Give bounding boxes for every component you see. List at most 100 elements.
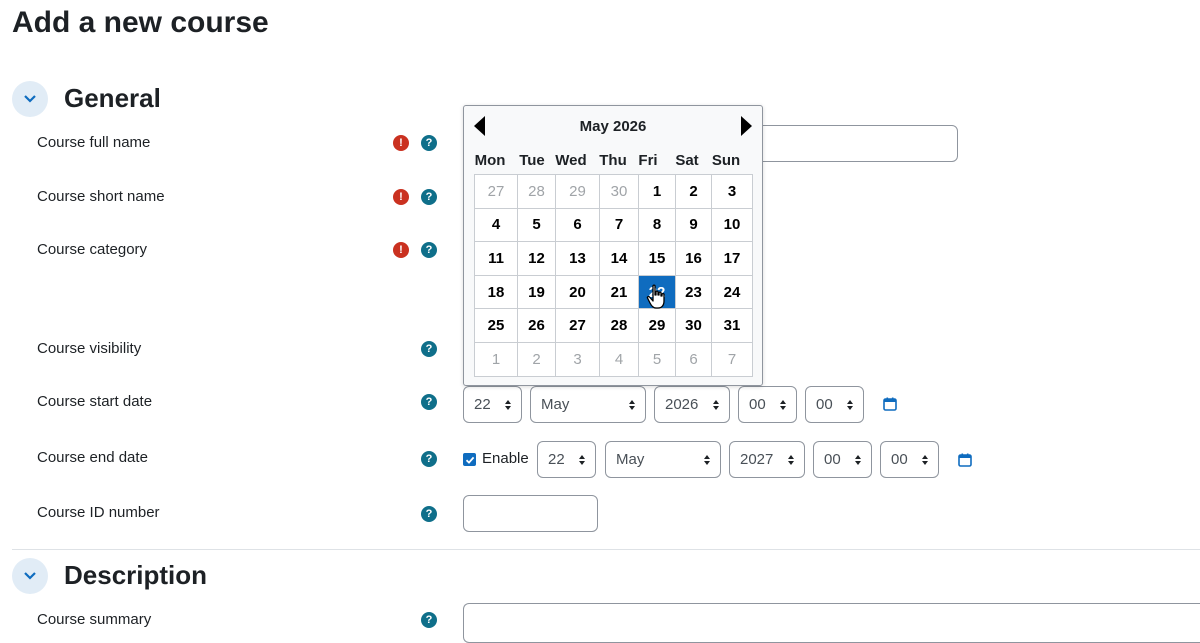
calendar-day[interactable]: 3 bbox=[712, 175, 753, 209]
chevron-down-icon bbox=[24, 572, 36, 580]
help-icon[interactable]: ? bbox=[421, 242, 437, 258]
required-icon: ! bbox=[393, 135, 409, 151]
help-icon[interactable]: ? bbox=[421, 612, 437, 628]
calendar-day[interactable]: 28 bbox=[600, 309, 639, 343]
calendar-day[interactable]: 12 bbox=[518, 242, 556, 276]
calendar-day[interactable]: 10 bbox=[712, 208, 753, 243]
calendar-day[interactable]: 30 bbox=[600, 175, 639, 209]
calendar-day[interactable]: 2 bbox=[676, 175, 712, 209]
section-title-description: Description bbox=[64, 560, 208, 590]
calendar-day[interactable]: 17 bbox=[712, 242, 753, 276]
calendar-day-selected[interactable]: 22 bbox=[639, 275, 676, 310]
calendar-day[interactable]: 23 bbox=[676, 275, 712, 310]
calendar-month-label: May 2026 bbox=[579, 118, 647, 135]
calendar-day[interactable]: 9 bbox=[676, 208, 712, 243]
calendar-day[interactable]: 27 bbox=[475, 175, 518, 209]
weekday-header: Mon bbox=[474, 152, 506, 169]
enddate-year-select[interactable]: 2027 bbox=[729, 441, 805, 478]
calendar-day[interactable]: 31 bbox=[712, 309, 753, 343]
calendar-day[interactable]: 6 bbox=[676, 342, 712, 377]
select-caret-icon bbox=[855, 455, 861, 465]
calendar-day[interactable]: 21 bbox=[600, 275, 639, 310]
calendar-icon[interactable] bbox=[958, 453, 972, 467]
select-caret-icon bbox=[788, 455, 794, 465]
calendar-day[interactable]: 1 bbox=[475, 342, 518, 377]
calendar-day[interactable]: 6 bbox=[556, 208, 600, 243]
weekday-header: Tue bbox=[519, 152, 545, 169]
calendar-day[interactable]: 8 bbox=[639, 208, 676, 243]
calendar-day[interactable]: 7 bbox=[712, 342, 753, 377]
select-caret-icon bbox=[922, 455, 928, 465]
startdate-hour-select[interactable]: 00 bbox=[738, 386, 797, 423]
select-value: 22 bbox=[548, 451, 565, 468]
calendar-day[interactable]: 1 bbox=[639, 175, 676, 209]
required-icon: ! bbox=[393, 242, 409, 258]
calendar-day[interactable]: 16 bbox=[676, 242, 712, 276]
next-month-arrow-icon[interactable] bbox=[741, 116, 752, 136]
summary-editor[interactable] bbox=[463, 603, 1200, 643]
fullname-label: Course full name bbox=[37, 134, 151, 151]
calendar-day[interactable]: 3 bbox=[556, 342, 600, 377]
summary-label: Course summary bbox=[37, 611, 152, 628]
startdate-month-select[interactable]: May bbox=[530, 386, 646, 423]
calendar-day[interactable]: 29 bbox=[556, 175, 600, 209]
calendar-icon[interactable] bbox=[883, 397, 897, 411]
select-value: 00 bbox=[749, 396, 766, 413]
calendar-day[interactable]: 24 bbox=[712, 275, 753, 310]
calendar-day[interactable]: 25 bbox=[475, 309, 518, 343]
startdate-minute-select[interactable]: 00 bbox=[805, 386, 864, 423]
idnumber-input[interactable] bbox=[463, 495, 598, 532]
calendar-day[interactable]: 26 bbox=[518, 309, 556, 343]
enddate-hour-select[interactable]: 00 bbox=[813, 441, 872, 478]
startdate-day-select[interactable]: 22 bbox=[463, 386, 522, 423]
shortname-label: Course short name bbox=[37, 188, 165, 205]
calendar-day[interactable]: 15 bbox=[639, 242, 676, 276]
calendar-day[interactable]: 20 bbox=[556, 275, 600, 310]
calendar-grid: 27 28 29 30 1 2 3 4 5 6 7 8 9 10 11 12 13 14 15 16 17 18 19 20 2… bbox=[474, 174, 753, 377]
select-value: 22 bbox=[474, 396, 491, 413]
enddate-minute-select[interactable]: 00 bbox=[880, 441, 939, 478]
calendar-day[interactable]: 7 bbox=[600, 208, 639, 243]
help-icon[interactable]: ? bbox=[421, 451, 437, 467]
select-value: 2027 bbox=[740, 451, 774, 468]
calendar-day[interactable]: 13 bbox=[556, 242, 600, 276]
calendar-day[interactable]: 14 bbox=[600, 242, 639, 276]
calendar-day[interactable]: 29 bbox=[639, 309, 676, 343]
calendar-day[interactable]: 11 bbox=[475, 242, 518, 276]
calendar-day[interactable]: 19 bbox=[518, 275, 556, 310]
enddate-month-select[interactable]: May bbox=[605, 441, 721, 478]
help-icon[interactable]: ? bbox=[421, 506, 437, 522]
help-icon[interactable]: ? bbox=[421, 135, 437, 151]
help-icon[interactable]: ? bbox=[421, 394, 437, 410]
calendar-day[interactable]: 4 bbox=[600, 342, 639, 377]
select-caret-icon bbox=[713, 400, 719, 410]
select-caret-icon bbox=[629, 400, 635, 410]
calendar-day[interactable]: 4 bbox=[475, 208, 518, 243]
enddate-label: Course end date bbox=[37, 449, 148, 466]
idnumber-label: Course ID number bbox=[37, 504, 160, 521]
calendar-day[interactable]: 30 bbox=[676, 309, 712, 343]
category-label: Course category bbox=[37, 241, 148, 258]
enddate-enable-checkbox[interactable] bbox=[463, 453, 476, 466]
calendar-day[interactable]: 18 bbox=[475, 275, 518, 310]
enddate-enable-label[interactable]: Enable bbox=[482, 450, 529, 468]
collapse-general-toggle[interactable] bbox=[12, 81, 48, 117]
collapse-description-toggle[interactable] bbox=[12, 558, 48, 594]
select-caret-icon bbox=[505, 400, 511, 410]
startdate-year-select[interactable]: 2026 bbox=[654, 386, 730, 423]
select-value: May bbox=[541, 396, 570, 413]
calendar-day[interactable]: 27 bbox=[556, 309, 600, 343]
calendar-day[interactable]: 5 bbox=[518, 208, 556, 243]
help-icon[interactable]: ? bbox=[421, 341, 437, 357]
select-value: 00 bbox=[891, 451, 908, 468]
help-icon[interactable]: ? bbox=[421, 189, 437, 205]
select-value: May bbox=[616, 451, 645, 468]
page-title: Add a new course bbox=[12, 6, 269, 39]
enddate-day-select[interactable]: 22 bbox=[537, 441, 596, 478]
calendar-day[interactable]: 5 bbox=[639, 342, 676, 377]
calendar-day[interactable]: 2 bbox=[518, 342, 556, 377]
select-caret-icon bbox=[780, 400, 786, 410]
startdate-label: Course start date bbox=[37, 393, 153, 410]
select-value: 2026 bbox=[665, 396, 699, 413]
calendar-day[interactable]: 28 bbox=[518, 175, 556, 209]
